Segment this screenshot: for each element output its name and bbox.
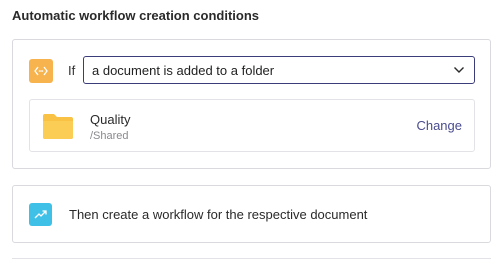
condition-dropdown[interactable]: a document is added to a folder — [83, 56, 475, 84]
condition-selected-value: a document is added to a folder — [92, 62, 275, 78]
folder-name: Quality — [90, 112, 131, 127]
if-label: If — [68, 63, 76, 78]
folder-icon — [43, 114, 73, 139]
if-condition-card: If a document is added to a folder Quali… — [12, 39, 491, 169]
selected-folder: Quality /Shared Change — [29, 99, 475, 152]
bottom-divider — [12, 258, 491, 259]
section-title: Automatic workflow creation conditions — [12, 8, 260, 23]
chevron-down-icon — [454, 67, 464, 73]
change-folder-link[interactable]: Change — [416, 118, 462, 133]
then-action-card: Then create a workflow for the respectiv… — [12, 185, 491, 243]
action-description: Then create a workflow for the respectiv… — [69, 207, 368, 222]
trend-arrow-icon — [29, 203, 52, 226]
folder-path: /Shared — [90, 130, 129, 142]
code-arrows-icon — [29, 59, 53, 83]
